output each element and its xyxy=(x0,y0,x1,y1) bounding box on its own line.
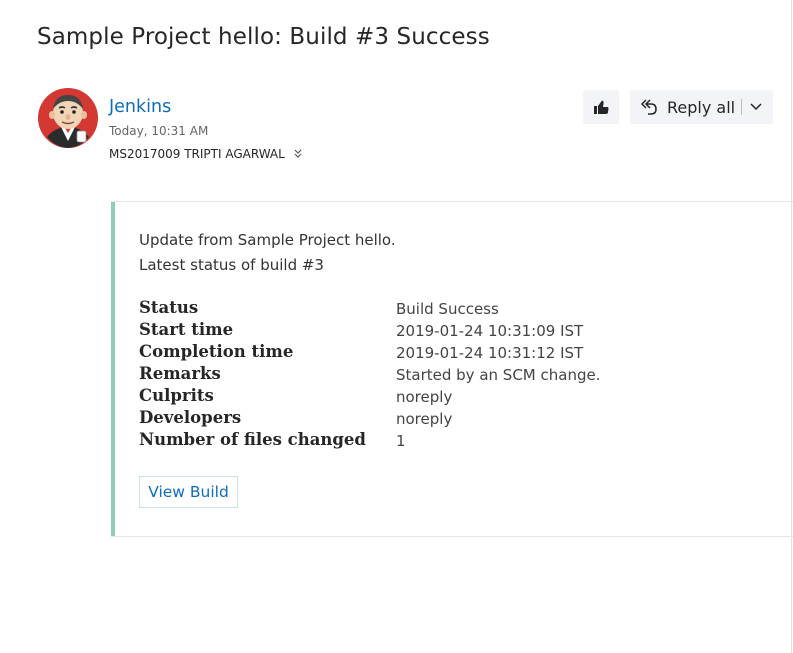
like-button[interactable] xyxy=(583,90,619,124)
sender-name-link[interactable]: Jenkins xyxy=(109,97,171,117)
reply-all-button[interactable]: Reply all xyxy=(630,90,773,124)
table-row: Culprits noreply xyxy=(139,386,739,408)
row-label: Start time xyxy=(139,320,234,339)
table-row: Number of files changed 1 xyxy=(139,430,739,452)
thumbs-up-icon xyxy=(594,100,609,114)
sender-avatar[interactable] xyxy=(37,87,99,149)
reply-all-label: Reply all xyxy=(667,97,736,117)
recipient-name[interactable]: MS2017009 TRIPTI AGARWAL xyxy=(109,147,285,161)
message-body-card: Update from Sample Project hello. Latest… xyxy=(111,201,793,537)
intro-line-1: Update from Sample Project hello. xyxy=(139,231,396,249)
message-subject: Sample Project hello: Build #3 Success xyxy=(37,24,490,50)
row-value: 1 xyxy=(396,432,406,450)
sent-time: Today, 10:31 AM xyxy=(109,124,209,138)
row-label: Completion time xyxy=(139,342,294,361)
table-row: Completion time 2019-01-24 10:31:12 IST xyxy=(139,342,739,364)
jenkins-butler-icon xyxy=(38,88,98,148)
row-label: Developers xyxy=(139,408,242,427)
view-build-button[interactable]: View Build xyxy=(139,476,238,508)
table-row: Start time 2019-01-24 10:31:09 IST xyxy=(139,320,739,342)
double-chevron-down-icon[interactable] xyxy=(293,148,303,160)
row-value: 2019-01-24 10:31:12 IST xyxy=(396,344,584,362)
recipient-line[interactable]: MS2017009 TRIPTI AGARWAL xyxy=(109,147,303,161)
button-separator xyxy=(741,99,742,115)
accent-bar xyxy=(111,202,115,536)
intro-line-2: Latest status of build #3 xyxy=(139,256,324,274)
reply-all-icon xyxy=(639,97,659,117)
row-label: Number of files changed xyxy=(139,430,366,449)
row-value: noreply xyxy=(396,388,453,406)
table-row: Remarks Started by an SCM change. xyxy=(139,364,739,386)
table-row: Status Build Success xyxy=(139,298,739,320)
row-value: noreply xyxy=(396,410,453,428)
row-value: Started by an SCM change. xyxy=(396,366,601,384)
row-value: 2019-01-24 10:31:09 IST xyxy=(396,322,584,340)
row-label: Status xyxy=(139,298,199,317)
row-label: Culprits xyxy=(139,386,214,405)
table-row: Developers noreply xyxy=(139,408,739,430)
row-value: Build Success xyxy=(396,300,499,318)
row-label: Remarks xyxy=(139,364,221,383)
chevron-down-icon[interactable] xyxy=(749,101,763,113)
